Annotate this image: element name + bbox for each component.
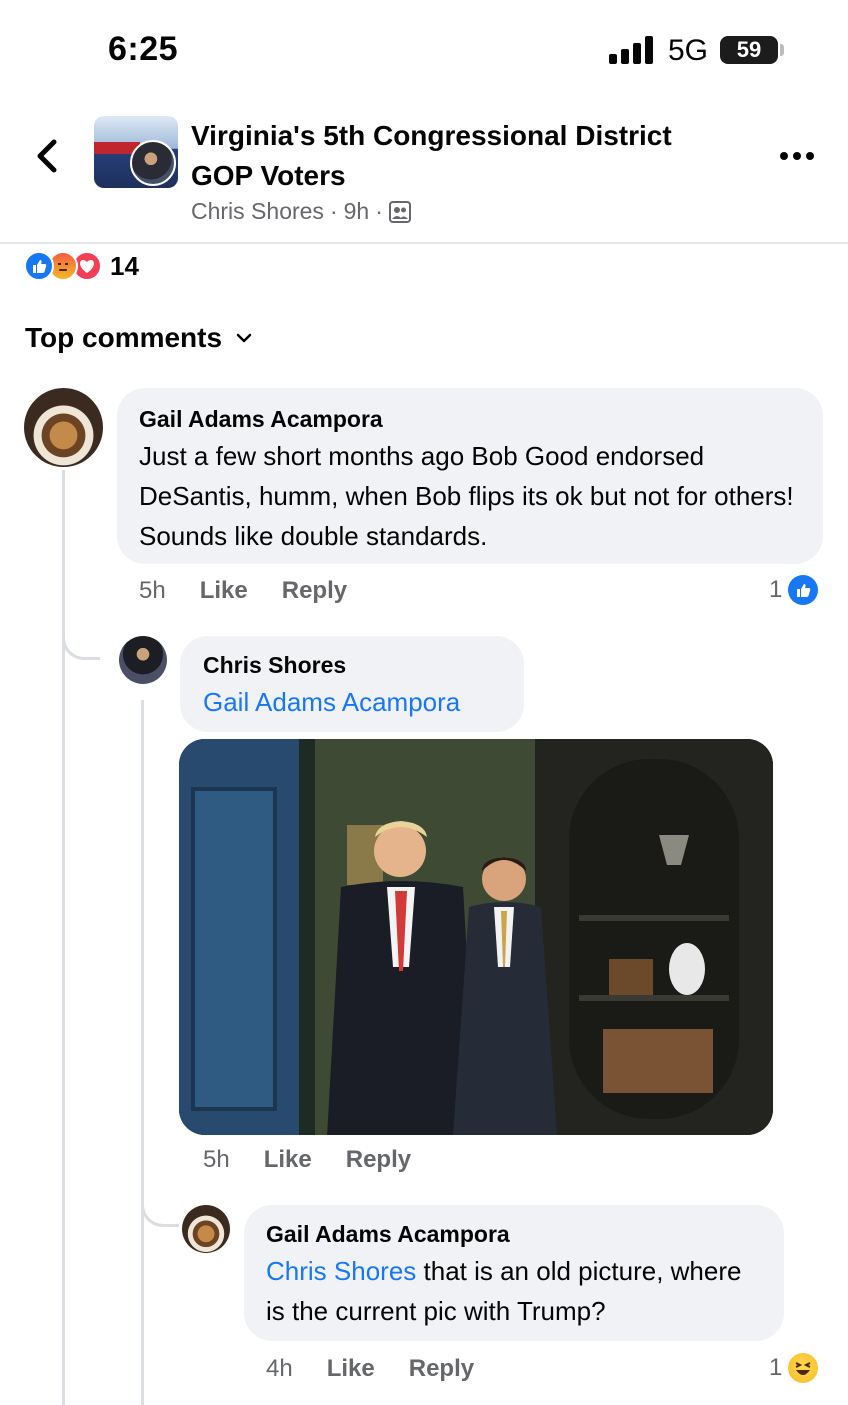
network-type: 5G	[668, 34, 709, 67]
like-icon	[788, 575, 819, 605]
comment-text: Just a few short months ago Bob Good end…	[139, 441, 794, 551]
like-button[interactable]: Like	[200, 577, 248, 605]
comment-text: Chris Shores that is an old picture, whe…	[266, 1251, 762, 1331]
status-bar: 6:25 5G 59	[0, 0, 848, 100]
comment-reaction-count: 1	[769, 1354, 783, 1381]
comment-time: 5h	[139, 577, 166, 604]
avatar[interactable]	[182, 1205, 230, 1253]
battery-tip	[780, 44, 784, 56]
reply-button[interactable]: Reply	[409, 1355, 474, 1383]
back-arrow-icon	[37, 139, 57, 173]
comment-time: 5h	[203, 1146, 230, 1173]
comment-reaction-badge[interactable]: 1	[769, 1353, 819, 1383]
avatar[interactable]	[24, 388, 103, 467]
comment-author[interactable]: Gail Adams Acampora	[266, 1217, 762, 1251]
thread-line-reply	[141, 700, 144, 1405]
thread-line-main	[62, 470, 65, 1405]
reaction-count: 14	[110, 250, 139, 281]
haha-icon	[788, 1353, 819, 1383]
group-avatar[interactable]	[94, 116, 178, 188]
post-age[interactable]: 9h	[344, 198, 370, 225]
meta-separator: ·	[329, 198, 338, 224]
comment-author[interactable]: Gail Adams Acampora	[139, 402, 801, 436]
comment-actions: 5h Like Reply	[139, 577, 347, 605]
comments-sort-label: Top comments	[25, 322, 223, 353]
audience-group-icon	[388, 200, 411, 223]
thread-connector	[62, 630, 100, 660]
group-title-line1: Virginia's 5th Congressional District	[191, 120, 672, 151]
comment-time: 4h	[266, 1355, 293, 1382]
status-time: 6:25	[108, 30, 179, 68]
comments-sort-dropdown[interactable]: Top comments	[25, 322, 252, 354]
comment-actions: 5h Like Reply	[203, 1146, 411, 1174]
chevron-down-icon	[236, 333, 252, 343]
comment-mention[interactable]: Chris Shores	[266, 1256, 416, 1286]
comment-reaction-badge[interactable]: 1	[769, 575, 819, 605]
thread-connector	[141, 1195, 179, 1227]
more-options-button[interactable]	[780, 148, 820, 164]
comment-actions: 4h Like Reply	[266, 1355, 474, 1383]
comment-bubble[interactable]: Chris Shores Gail Adams Acampora	[180, 636, 524, 732]
comment-bubble[interactable]: Gail Adams Acampora Chris Shores that is…	[244, 1205, 784, 1341]
more-icon	[780, 152, 788, 160]
like-button[interactable]: Like	[264, 1146, 312, 1174]
post-meta: Chris Shores · 9h ·	[191, 198, 411, 225]
post-author[interactable]: Chris Shores	[191, 198, 324, 225]
avatar[interactable]	[119, 636, 167, 684]
group-title[interactable]: Virginia's 5th Congressional District GO…	[191, 116, 751, 196]
comment-bubble[interactable]: Gail Adams Acampora Just a few short mon…	[117, 388, 823, 564]
signal-icon	[609, 36, 655, 64]
comment-reaction-count: 1	[769, 576, 783, 603]
reaction-summary[interactable]: 14	[24, 250, 139, 282]
reply-button[interactable]: Reply	[282, 577, 347, 605]
reply-button[interactable]: Reply	[346, 1146, 411, 1174]
post-header: Virginia's 5th Congressional District GO…	[0, 100, 848, 244]
comment-mention[interactable]: Gail Adams Acampora	[203, 682, 501, 722]
comment-author[interactable]: Chris Shores	[203, 648, 501, 682]
like-button[interactable]: Like	[327, 1355, 375, 1383]
like-icon	[24, 251, 54, 281]
meta-separator: ·	[375, 198, 383, 224]
photo-image	[179, 739, 773, 1135]
battery-icon: 59	[720, 36, 778, 64]
comment-photo[interactable]	[179, 739, 773, 1135]
back-button[interactable]	[30, 136, 66, 176]
group-title-line2: GOP Voters	[191, 160, 346, 191]
